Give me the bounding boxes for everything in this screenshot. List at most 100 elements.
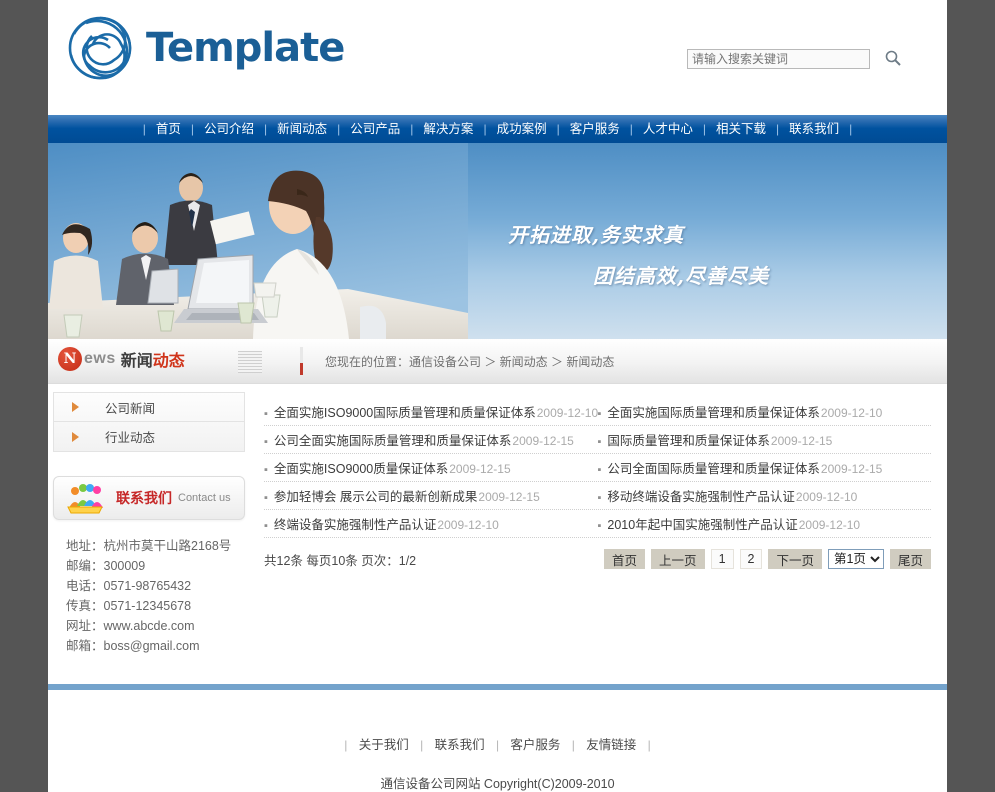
site-header: Template — [48, 0, 947, 115]
pagination-page-1[interactable]: 1 — [710, 549, 734, 569]
bullet-icon: ▪ — [264, 436, 268, 448]
news-date: 2009-12-10 — [536, 406, 598, 420]
search-input[interactable] — [687, 49, 870, 69]
news-date: 2009-12-15 — [449, 462, 511, 476]
contact-card-title-cn: 联系我们 — [116, 491, 172, 507]
bullet-icon: ▪ — [264, 520, 268, 532]
news-title-link[interactable]: 终端设备实施强制性产品认证 — [274, 514, 437, 533]
breadcrumb: 您现在的位置：通信设备公司 ＞ 新闻动态 ＞ 新闻动态 — [325, 355, 615, 369]
section-title-cn-accent: 动态 — [152, 353, 185, 370]
section-title-cn-primary: 新闻 — [120, 353, 153, 370]
contact-website: 网址：www.abcde.com — [66, 619, 195, 633]
pagination-controls: 首页 上一页 1 2 下一页 第1页 第2页 尾页 — [598, 549, 931, 569]
nav-item-careers[interactable]: 人才中心 — [633, 115, 703, 143]
news-item[interactable]: ▪ 全面实施ISO9000质量保证体系 2009-12-15 — [264, 458, 598, 477]
sidebar-menu: 公司新闻 行业动态 — [53, 392, 245, 452]
nav-item-downloads[interactable]: 相关下载 — [706, 115, 776, 143]
spiral-logo-icon — [66, 14, 134, 82]
news-title-link[interactable]: 国际质量管理和质量保证体系 — [607, 430, 770, 449]
section-header-bar: N ews 新闻 动态 您现在的位置：通信设备公司 ＞ 新闻动态 ＞ 新闻动态 — [48, 339, 947, 384]
nav-separator: | — [849, 122, 853, 136]
news-date: 2009-12-10 — [820, 406, 883, 420]
sidebar-item-industry-news[interactable]: 行业动态 — [54, 422, 244, 451]
footer-link-about[interactable]: 关于我们 — [351, 738, 417, 752]
section-title-en: ews — [84, 350, 116, 367]
news-title-link[interactable]: 移动终端设备实施强制性产品认证 — [607, 486, 795, 505]
news-item[interactable]: ▪ 国际质量管理和质量保证体系 2009-12-15 — [598, 430, 932, 449]
arrow-right-icon — [72, 402, 79, 412]
news-title-link[interactable]: 参加轻博会 展示公司的最新创新成果 — [274, 486, 477, 505]
news-title-link[interactable]: 2010年起中国实施强制性产品认证 — [607, 514, 797, 533]
footer-separator: | — [344, 738, 348, 752]
news-title-link[interactable]: 全面实施ISO9000质量保证体系 — [274, 458, 448, 477]
nav-item-cases[interactable]: 成功案例 — [487, 115, 557, 143]
table-row: ▪ 参加轻博会 展示公司的最新创新成果 2009-12-15 ▪ 移动终端设备实… — [264, 482, 931, 510]
nav-item-home[interactable]: 首页 — [146, 115, 191, 143]
contact-phone: 电话：0571-98765432 — [66, 579, 192, 593]
footer-link-partners[interactable]: 友情链接 — [578, 738, 644, 752]
news-item[interactable]: ▪ 参加轻博会 展示公司的最新创新成果 2009-12-15 — [264, 486, 598, 505]
news-title-link[interactable]: 全面实施国际质量管理和质量保证体系 — [607, 402, 820, 421]
contact-us-card[interactable]: 联系我们 Contact us — [53, 476, 245, 520]
footer-separator: | — [495, 738, 500, 752]
stripes-decoration-icon — [238, 351, 262, 373]
news-title-link[interactable]: 公司全面实施国际质量管理和质量保证体系 — [274, 430, 512, 449]
business-team-photo — [48, 143, 468, 339]
nav-item-about[interactable]: 公司介绍 — [194, 115, 264, 143]
nav-item-contact[interactable]: 联系我们 — [779, 115, 849, 143]
page-container: Template | 首页 | 公司介绍 | 新闻动态 | 公司产品 | 解决方… — [48, 0, 947, 792]
site-footer: | 关于我们 | 联系我们 | 客户服务 | 友情链接 | 通信设备公司网站 C… — [48, 690, 947, 792]
pagination-first-button[interactable]: 首页 — [604, 549, 646, 569]
footer-separator: | — [420, 738, 424, 752]
footer-link-contact[interactable]: 联系我们 — [427, 738, 493, 752]
nav-item-service[interactable]: 客户服务 — [560, 115, 630, 143]
footer-separator: | — [571, 738, 575, 752]
main-navigation: | 首页 | 公司介绍 | 新闻动态 | 公司产品 | 解决方案 | 成功案例 … — [48, 115, 947, 143]
pagination-next-button[interactable]: 下一页 — [768, 549, 822, 569]
sidebar-item-label: 行业动态 — [105, 431, 156, 445]
people-group-icon — [66, 482, 106, 514]
news-title-link[interactable]: 全面实施ISO9000国际质量管理和质量保证体系 — [274, 402, 536, 421]
search-button[interactable] — [882, 48, 904, 70]
footer-link-service[interactable]: 客户服务 — [502, 738, 568, 752]
nav-item-solutions[interactable]: 解决方案 — [413, 115, 483, 143]
pagination-page-2[interactable]: 2 — [739, 549, 763, 569]
news-title-link[interactable]: 公司全面国际质量管理和质量保证体系 — [607, 458, 820, 477]
bullet-icon: ▪ — [264, 464, 268, 476]
bullet-icon: ▪ — [597, 436, 602, 448]
main-body: 公司新闻 行业动态 联系我们 Contact us 地址：杭州市莫干山路2168… — [48, 384, 947, 684]
news-item[interactable]: ▪ 公司全面实施国际质量管理和质量保证体系 2009-12-15 — [264, 430, 598, 449]
pagination-page-select[interactable]: 第1页 第2页 — [827, 549, 884, 569]
pagination-prev-button[interactable]: 上一页 — [651, 549, 705, 569]
news-item[interactable]: ▪ 终端设备实施强制性产品认证 2009-12-10 — [264, 514, 598, 533]
news-list-panel: ▪ 全面实施ISO9000国际质量管理和质量保证体系 2009-12-10 ▪ … — [250, 384, 947, 684]
banner-slogan-line2: 团结高效,尽善尽美 — [593, 264, 769, 288]
banner-slogan-line1: 开拓进取,务实求真 — [508, 223, 684, 247]
nav-item-news[interactable]: 新闻动态 — [267, 115, 337, 143]
nav-item-products[interactable]: 公司产品 — [340, 115, 410, 143]
table-row: ▪ 终端设备实施强制性产品认证 2009-12-10 ▪ 2010年起中国实施强… — [264, 510, 931, 538]
contact-card-title-en: Contact us — [178, 492, 231, 504]
news-item[interactable]: ▪ 全面实施国际质量管理和质量保证体系 2009-12-10 — [598, 402, 932, 421]
contact-info-list: 地址：杭州市莫干山路2168号 邮编：300009 电话：0571-987654… — [66, 536, 250, 656]
pagination-info: 共12条 每页10条 页次：1/2 — [264, 553, 417, 568]
sidebar-item-company-news[interactable]: 公司新闻 — [54, 393, 244, 422]
arrow-right-icon — [72, 431, 79, 442]
copyright-text: 通信设备公司网站 Copyright(C)2009-2010 — [380, 777, 615, 791]
table-row: ▪ 公司全面实施国际质量管理和质量保证体系 2009-12-15 ▪ 国际质量管… — [264, 426, 931, 454]
site-logo[interactable]: Template — [66, 14, 345, 82]
bullet-icon: ▪ — [597, 464, 602, 476]
news-item[interactable]: ▪ 移动终端设备实施强制性产品认证 2009-12-10 — [598, 486, 932, 505]
table-row: ▪ 全面实施ISO9000国际质量管理和质量保证体系 2009-12-10 ▪ … — [264, 398, 931, 426]
hero-banner: 开拓进取,务实求真 团结高效,尽善尽美 — [48, 143, 947, 339]
news-date: 2009-12-15 — [478, 490, 540, 504]
news-badge-icon: N — [58, 347, 82, 371]
news-item[interactable]: ▪ 全面实施ISO9000国际质量管理和质量保证体系 2009-12-10 — [264, 402, 598, 421]
news-item[interactable]: ▪ 公司全面国际质量管理和质量保证体系 2009-12-15 — [598, 458, 932, 477]
news-item[interactable]: ▪ 2010年起中国实施强制性产品认证 2009-12-10 — [598, 514, 932, 533]
pagination-last-button[interactable]: 尾页 — [889, 549, 931, 569]
sidebar-item-label: 公司新闻 — [105, 401, 156, 416]
bullet-icon: ▪ — [264, 408, 268, 420]
table-row: ▪ 全面实施ISO9000质量保证体系 2009-12-15 ▪ 公司全面国际质… — [264, 454, 931, 482]
news-date: 2009-12-10 — [798, 518, 861, 532]
